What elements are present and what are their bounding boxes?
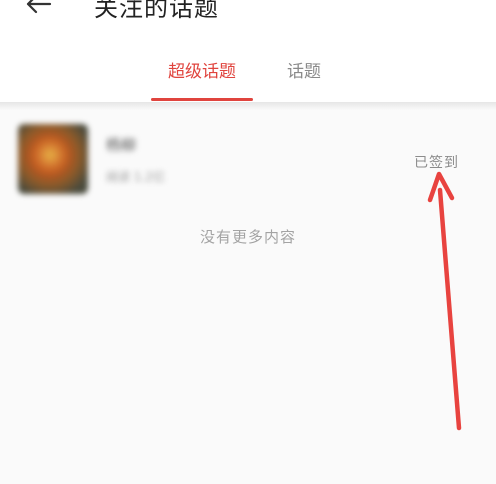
back-arrow-icon [26, 0, 52, 14]
tab-bar: 超级话题 话题 [0, 56, 496, 102]
tab-super-topics[interactable]: 超级话题 [151, 56, 253, 100]
active-tab-indicator [151, 98, 253, 101]
topic-name: 杨柳 [106, 136, 137, 154]
topic-subtitle: 阅读 1.2亿 [106, 170, 165, 184]
back-button[interactable] [18, 0, 58, 22]
page-title: 关注的话题 [94, 0, 219, 22]
topic-list-item[interactable]: 杨柳 阅读 1.2亿 已签到 [0, 116, 496, 204]
page: 关注的话题 超级话题 话题 杨柳 阅读 1.2亿 已签到 没有更多内容 [0, 0, 496, 484]
tab-topics[interactable]: 话题 [272, 56, 336, 100]
signed-in-status[interactable]: 已签到 [414, 152, 459, 172]
no-more-content-text: 没有更多内容 [199, 228, 296, 246]
header-divider [0, 102, 496, 110]
header: 关注的话题 超级话题 话题 [0, 0, 496, 102]
topic-avatar-highlight [30, 138, 70, 172]
